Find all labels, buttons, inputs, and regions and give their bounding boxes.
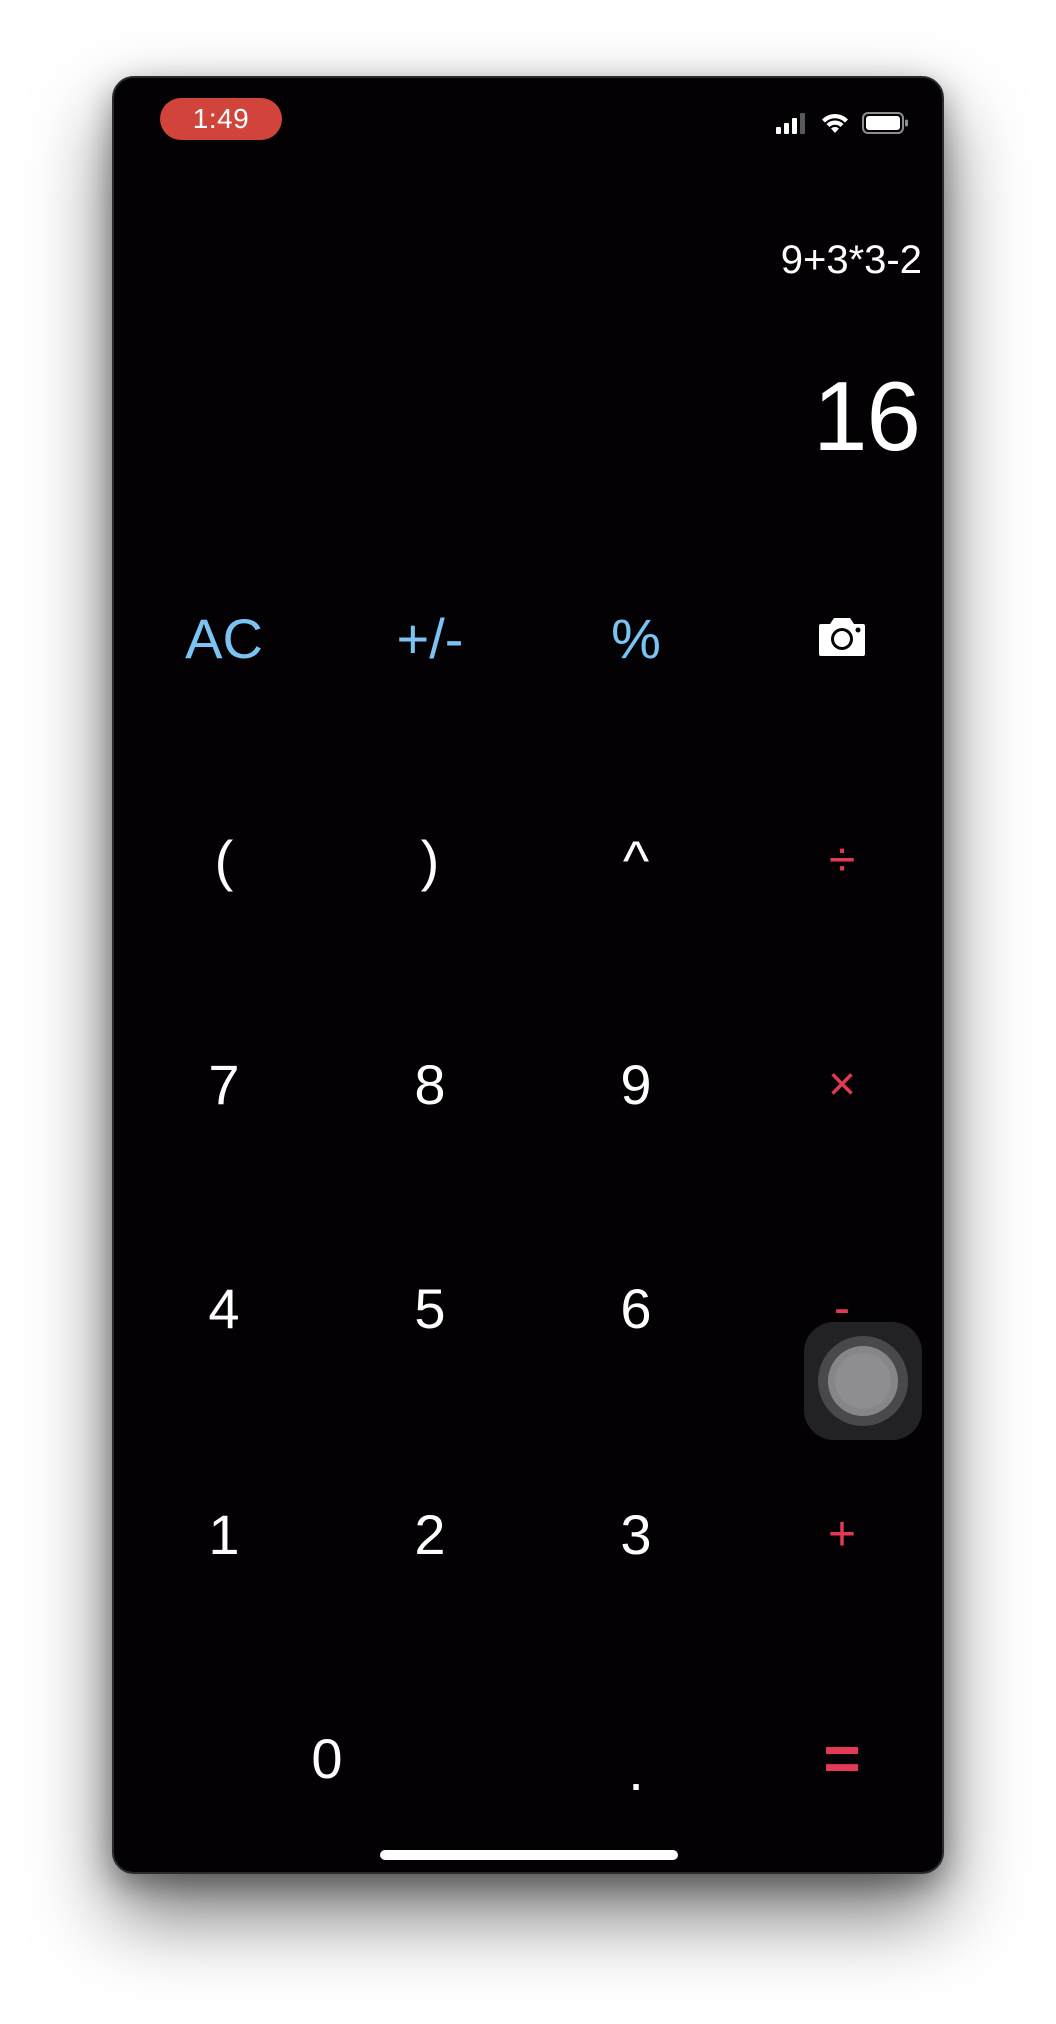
add-button[interactable]: + [772, 1474, 912, 1594]
digit-5-button[interactable]: 5 [360, 1248, 500, 1368]
result-display: 16 [812, 361, 921, 471]
digit-2-button[interactable]: 2 [360, 1474, 500, 1594]
camera-button[interactable] [772, 578, 912, 698]
equals-button[interactable]: = [772, 1698, 912, 1818]
divide-button[interactable]: ÷ [772, 800, 912, 920]
digit-3-button[interactable]: 3 [566, 1474, 706, 1594]
decimal-button[interactable]: . [566, 1710, 706, 1830]
status-icons [776, 111, 910, 140]
digit-6-button[interactable]: 6 [566, 1248, 706, 1368]
close-paren-button[interactable]: ) [360, 800, 500, 920]
phone-screen: 1:49 9+3*3-2 16 AC +/- % () ^ ÷ 7 8 9 ×… [112, 76, 944, 1874]
plus-minus-button[interactable]: +/- [360, 578, 500, 698]
all-clear-button[interactable]: AC [154, 578, 294, 698]
assistive-touch-button[interactable] [804, 1322, 922, 1440]
multiply-button[interactable]: × [772, 1024, 912, 1144]
open-paren-button[interactable]: ( [154, 800, 294, 920]
digit-9-button[interactable]: 9 [566, 1024, 706, 1144]
digit-7-button[interactable]: 7 [154, 1024, 294, 1144]
percent-button[interactable]: % [566, 578, 706, 698]
digit-1-button[interactable]: 1 [154, 1474, 294, 1594]
digit-8-button[interactable]: 8 [360, 1024, 500, 1144]
cellular-signal-icon [776, 112, 808, 139]
digit-4-button[interactable]: 4 [154, 1248, 294, 1368]
expression-display: 9+3*3-2 [780, 238, 922, 282]
camera-icon [815, 606, 869, 671]
digit-0-button[interactable]: 0 [257, 1698, 397, 1818]
assistive-touch-core [835, 1353, 891, 1409]
assistive-touch-ring [818, 1336, 908, 1426]
home-indicator[interactable] [380, 1850, 678, 1860]
assistive-touch-inner-ring [828, 1346, 898, 1416]
wifi-icon [820, 111, 850, 140]
power-button[interactable]: ^ [566, 800, 706, 920]
battery-icon [862, 111, 910, 140]
status-time[interactable]: 1:49 [160, 98, 282, 140]
